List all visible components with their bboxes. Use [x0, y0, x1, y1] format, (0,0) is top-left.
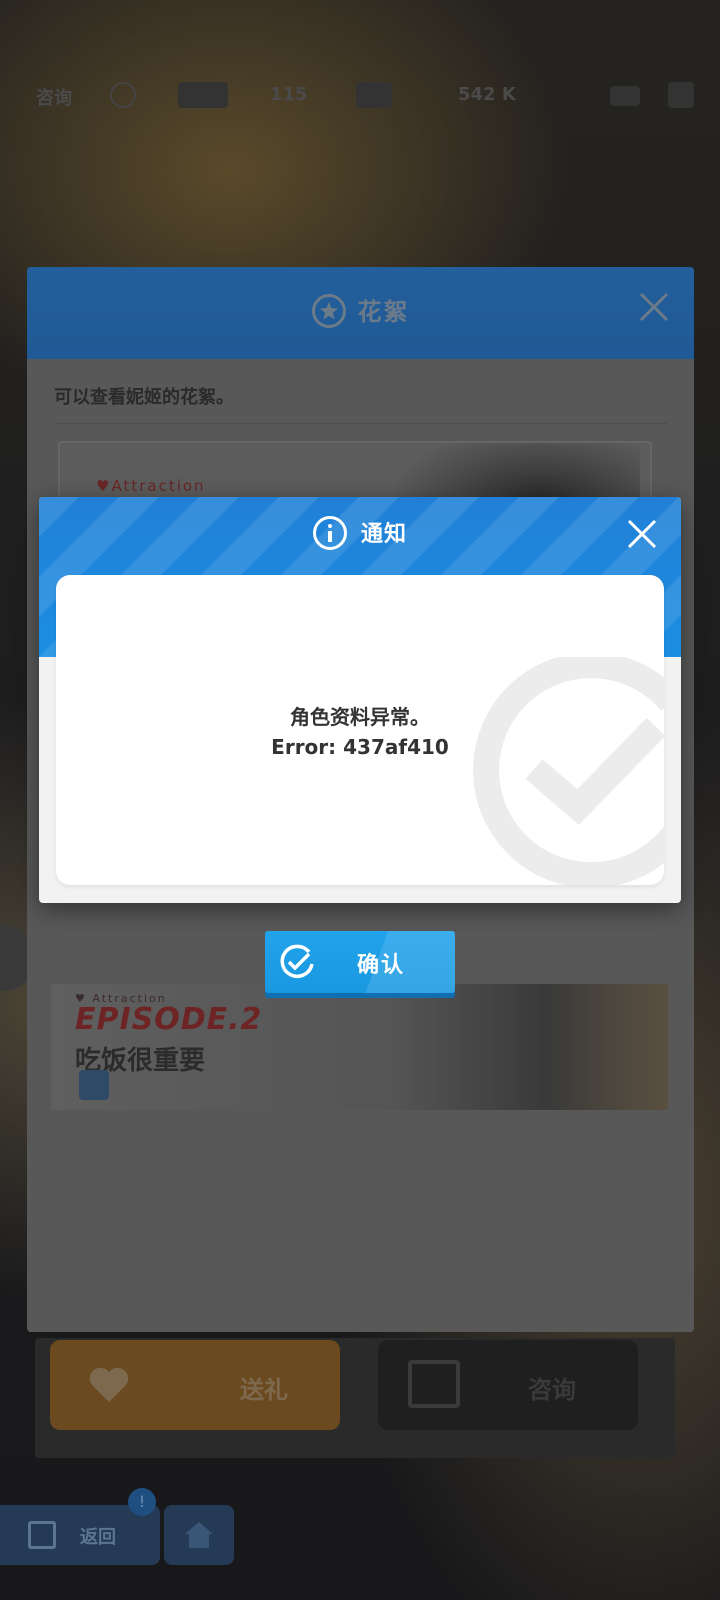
check-circle-icon [280, 944, 314, 979]
consult-label: 咨询 [528, 1376, 576, 1404]
top-bar: 咨询 115 542 K [0, 70, 720, 126]
divider [54, 423, 667, 424]
dialog-title-text: 通知 [360, 522, 407, 547]
episode-card[interactable]: ♥ Attraction EPISODE.2 吃饭很重要 [51, 984, 668, 1110]
topbar-level: 115 [270, 84, 308, 105]
topbar-consult-label: 咨询 [36, 88, 72, 109]
topbar-currency: 542 K [458, 84, 516, 105]
panel-header: 花絮 [27, 267, 694, 359]
star-icon [311, 294, 346, 328]
dialog-content: 角色资料异常。 Error: 437af410 [56, 575, 664, 885]
notification-badge: ! [128, 1488, 156, 1516]
exit-icon [28, 1521, 56, 1549]
home-icon [185, 1522, 213, 1548]
confirm-button[interactable]: 确认 [265, 931, 455, 993]
level-icon [178, 82, 228, 108]
calendar-icon [408, 1360, 460, 1408]
notification-dialog: 通知 角色资料异常。 Error: 437af410 [39, 497, 681, 903]
panel-title-text: 花絮 [357, 298, 410, 326]
back-label: 返回 [80, 1527, 116, 1548]
error-code: Error: 437af410 [271, 735, 449, 759]
close-icon[interactable] [625, 517, 659, 551]
menu-grid-icon [668, 82, 694, 108]
panel-title: 花絮 [27, 292, 694, 330]
episode-number: EPISODE.2 [75, 1002, 263, 1037]
episode-badge-icon [79, 1070, 109, 1100]
dialog-title: 通知 [39, 515, 681, 555]
consult-button[interactable]: 咨询 [378, 1340, 638, 1430]
info-icon [110, 82, 136, 108]
info-icon [312, 516, 347, 550]
heart-icon [89, 1367, 129, 1402]
gift-button[interactable]: 送礼 [50, 1340, 340, 1430]
checkmark-watermark-icon [473, 657, 664, 885]
mail-icon [610, 86, 640, 106]
home-button[interactable] [164, 1505, 234, 1565]
gift-label: 送礼 [240, 1376, 288, 1404]
currency-icon [356, 82, 392, 108]
panel-close-icon[interactable] [638, 291, 670, 323]
attraction-tag: ♥Attraction [96, 477, 206, 495]
confirm-label: 确认 [357, 953, 406, 978]
error-message: 角色资料异常。 [290, 705, 430, 729]
panel-description: 可以查看妮姬的花絮。 [54, 387, 234, 408]
